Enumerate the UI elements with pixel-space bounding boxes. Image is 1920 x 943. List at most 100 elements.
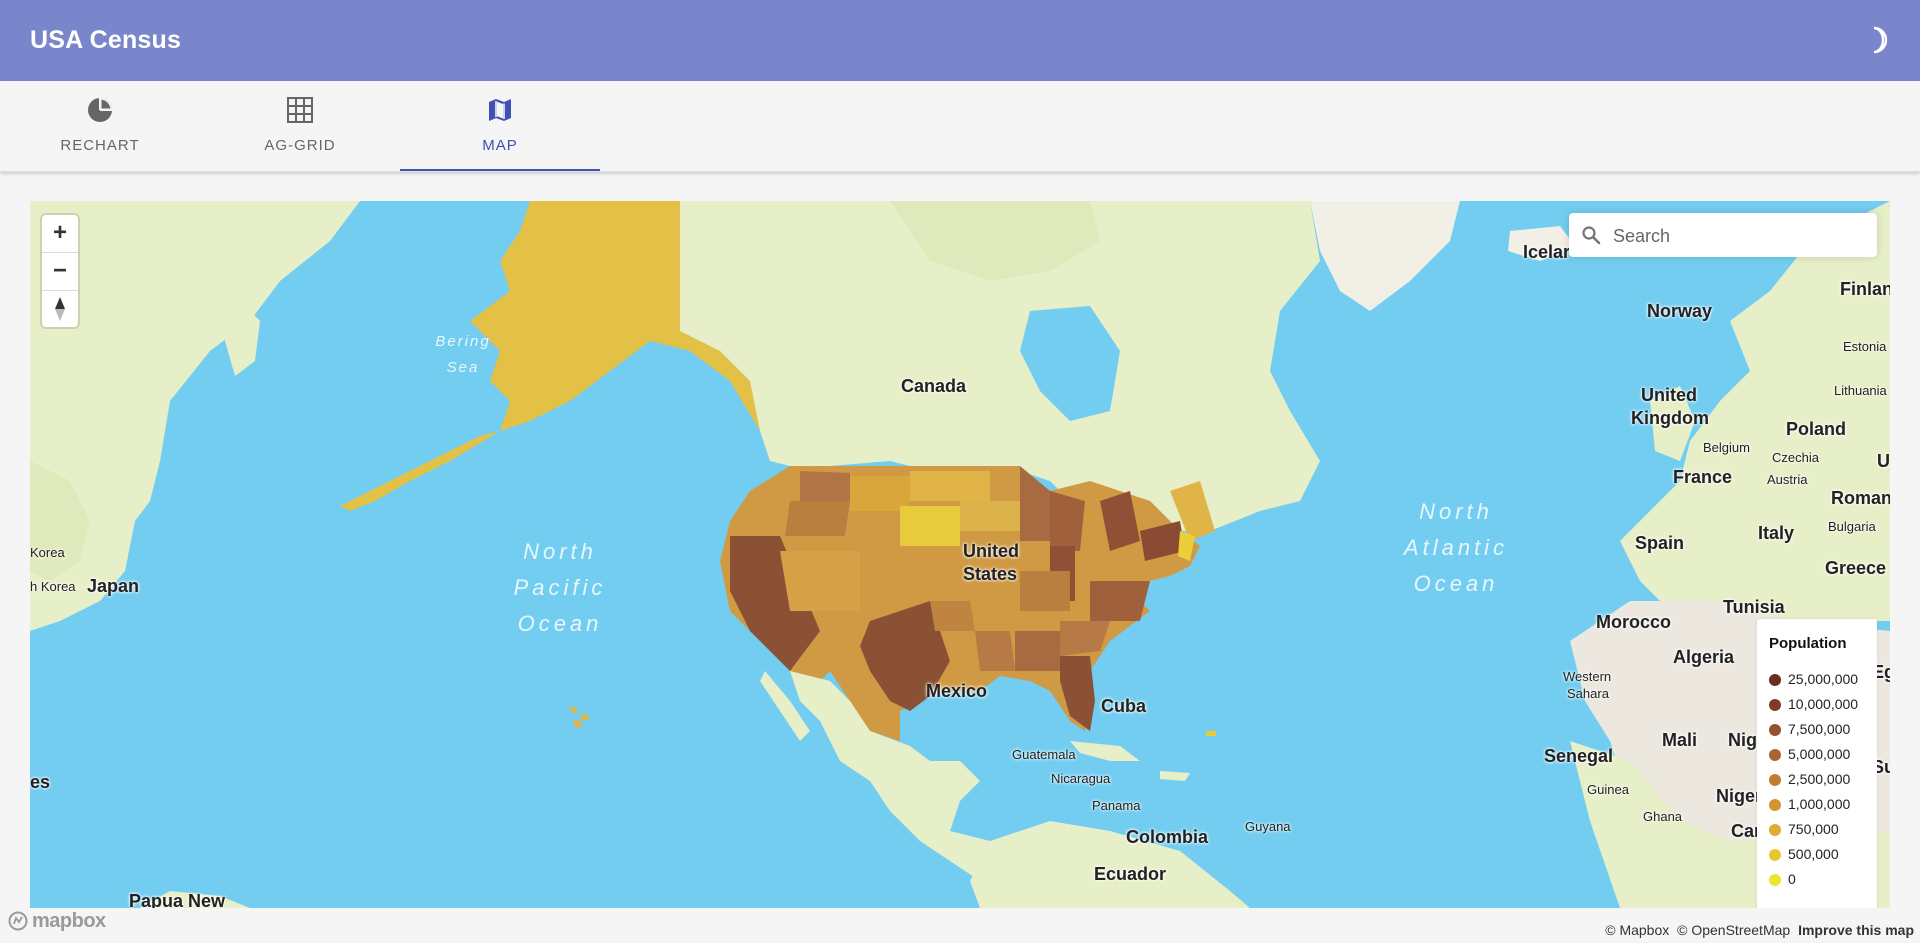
pie-chart-icon [86, 96, 114, 124]
label-colombia: Colombia [1126, 827, 1209, 847]
label-estonia: Estonia [1843, 339, 1887, 354]
legend-swatch [1769, 774, 1781, 786]
label-panama: Panama [1092, 798, 1141, 813]
legend-label: 1,000,000 [1788, 796, 1851, 812]
label-tunisia: Tunisia [1723, 597, 1785, 617]
label-morocco: Morocco [1596, 612, 1672, 632]
label-spain: Spain [1635, 533, 1685, 553]
label-mexico: Mexico [926, 681, 988, 701]
label-u-edge: U [1877, 451, 1890, 471]
zoom-in-button[interactable]: + [42, 215, 78, 251]
legend-swatch [1769, 674, 1781, 686]
legend-label: 750,000 [1788, 821, 1839, 837]
label-h-korea: h Korea [30, 579, 76, 594]
label-western-sahara-2: Sahara [1567, 686, 1609, 701]
legend-label: 500,000 [1788, 846, 1839, 862]
label-niger-1: Nig [1728, 730, 1757, 750]
map-attribution: © Mapbox © OpenStreetMap Improve this ma… [1601, 922, 1914, 938]
basemap [30, 201, 1890, 908]
label-mali: Mali [1662, 730, 1698, 750]
label-romania: Romani [1831, 488, 1890, 508]
label-czechia: Czechia [1772, 450, 1819, 465]
label-greece: Greece [1825, 558, 1887, 578]
mapbox-logo-text: mapbox [32, 910, 106, 932]
label-guatemala: Guatemala [1012, 747, 1076, 762]
ocean-line: North [523, 539, 597, 564]
legend-label: 7,500,000 [1788, 721, 1851, 737]
compass-icon [55, 297, 65, 321]
label-north-atlantic-ocean: North Atlantic Ocean [1366, 494, 1546, 602]
legend-label: 25,000,000 [1788, 671, 1859, 687]
legend-swatch [1769, 874, 1781, 886]
tab-bar: RECHART AG-GRID MAP [0, 81, 1920, 172]
legend-swatch [1769, 699, 1781, 711]
tab-ag-grid[interactable]: AG-GRID [200, 81, 400, 171]
compass-button[interactable] [42, 291, 78, 327]
label-canada: Canada [901, 376, 967, 396]
sea-line: Sea [446, 359, 480, 376]
map-icon [486, 96, 514, 124]
label-lithuania: Lithuania [1834, 383, 1887, 398]
tab-label: MAP [482, 137, 518, 154]
label-bering-sea: Bering Sea [408, 329, 518, 381]
map-canvas[interactable]: Canada United States Mexico Cuba Guatema… [30, 201, 1890, 908]
label-ghana: Ghana [1643, 809, 1683, 824]
label-korea: Korea [30, 545, 65, 560]
legend-swatch [1769, 724, 1781, 736]
label-guyana: Guyana [1245, 819, 1291, 834]
attribution-osm-link[interactable]: © OpenStreetMap [1677, 922, 1790, 938]
ocean-line: North [1419, 499, 1493, 524]
label-united-states-1: United [963, 541, 1019, 561]
ocean-line: Ocean [1413, 571, 1499, 596]
map-search-box [1569, 213, 1877, 259]
legend-label: 10,000,000 [1788, 696, 1859, 712]
legend-swatch [1769, 824, 1781, 836]
label-united-kingdom-1: United [1641, 385, 1697, 405]
legend-label: 0 [1788, 871, 1796, 887]
label-algeria: Algeria [1673, 647, 1735, 667]
legend-label: 5,000,000 [1788, 746, 1851, 762]
search-input[interactable] [1611, 213, 1871, 259]
improve-map-link[interactable]: Improve this map [1798, 922, 1914, 938]
label-austria: Austria [1767, 472, 1808, 487]
legend-label: 2,500,000 [1788, 771, 1851, 787]
legend-title: Population [1769, 635, 1847, 652]
legend-swatch [1769, 749, 1781, 761]
label-japan: Japan [87, 576, 140, 596]
label-france: France [1673, 467, 1733, 487]
label-united-states-2: States [963, 564, 1018, 584]
label-united-kingdom-2: Kingdom [1631, 408, 1709, 428]
label-finland: Finlan [1840, 279, 1890, 299]
label-italy: Italy [1758, 523, 1795, 543]
label-senegal: Senegal [1544, 746, 1614, 766]
label-iceland: Icelar [1523, 242, 1571, 262]
attribution-mapbox-link[interactable]: © Mapbox [1605, 922, 1669, 938]
label-es: es [30, 772, 51, 792]
label-nicaragua: Nicaragua [1051, 771, 1111, 786]
search-icon [1582, 226, 1601, 245]
moon-icon[interactable] [1854, 22, 1890, 58]
zoom-out-button[interactable]: − [42, 253, 78, 289]
population-legend: Population 25,000,000 10,000,000 7,500,0… [1757, 619, 1877, 908]
map-navigation-control: + − [42, 215, 78, 327]
tab-label: RECHART [60, 137, 140, 154]
label-north-pacific-ocean: North Pacific Ocean [470, 534, 650, 642]
label-western-sahara-1: Western [1563, 669, 1612, 684]
label-belgium: Belgium [1703, 440, 1750, 455]
label-cuba: Cuba [1101, 696, 1146, 716]
mapbox-logo-icon [8, 911, 28, 931]
label-papua-new: Papua New [129, 891, 226, 908]
ocean-line: Pacific [513, 575, 607, 600]
legend-swatch [1769, 849, 1781, 861]
ocean-line: Ocean [517, 611, 603, 636]
app-title: USA Census [30, 26, 182, 54]
sea-line: Bering [435, 333, 491, 350]
app-bar: USA Census [0, 0, 1920, 81]
label-poland: Poland [1786, 419, 1847, 439]
tab-map[interactable]: MAP [400, 81, 600, 171]
active-tab-indicator [400, 169, 600, 171]
label-norway: Norway [1647, 301, 1713, 321]
tab-label: AG-GRID [264, 137, 336, 154]
label-guinea: Guinea [1587, 782, 1629, 797]
tab-rechart[interactable]: RECHART [0, 81, 200, 171]
